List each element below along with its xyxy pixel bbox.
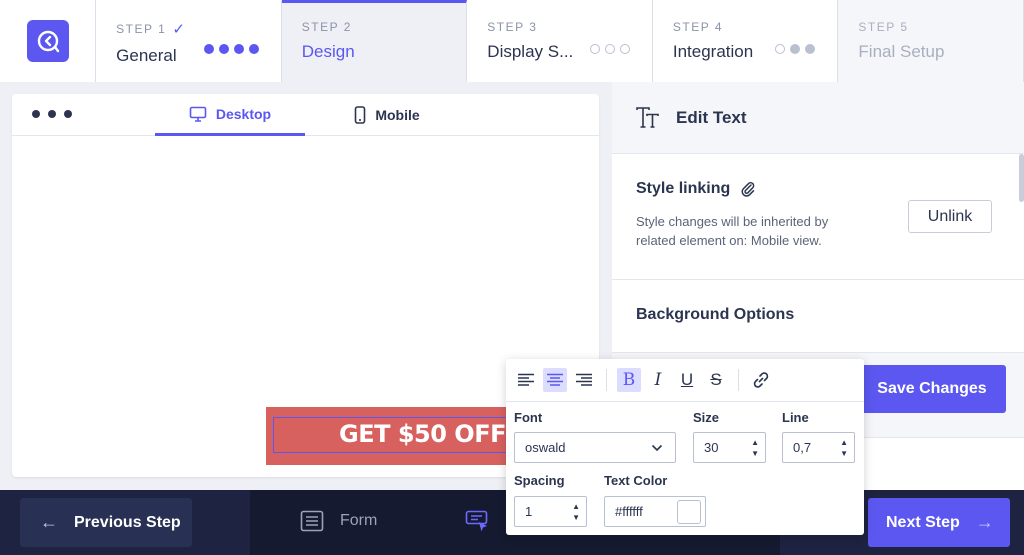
arrow-left-icon: ←: [40, 512, 58, 532]
tab-form[interactable]: Form: [300, 510, 377, 532]
tab-mobile[interactable]: Mobile: [332, 94, 442, 136]
step-name: Final Setup: [858, 42, 945, 61]
size-value: 30: [704, 440, 719, 455]
line-height-stepper[interactable]: 0,7 ▲ ▼: [782, 432, 855, 463]
step-general[interactable]: STEP 1 ✓ General: [96, 0, 282, 82]
previous-step-button[interactable]: ← Previous Step: [20, 498, 192, 547]
step-number: STEP 3: [487, 20, 538, 34]
progress-dots: [589, 44, 630, 54]
style-linking-description: Style changes will be inherited by relat…: [636, 214, 829, 248]
text-format-icon: [636, 106, 659, 128]
text-color-field[interactable]: #ffffff: [604, 496, 706, 527]
design-cursor-icon: [465, 510, 488, 532]
button-label: Previous Step: [74, 513, 181, 531]
font-select[interactable]: oswald: [514, 432, 676, 463]
style-linking-section: Style linking Style changes will be inhe…: [612, 154, 1024, 280]
arrow-right-icon: →: [975, 512, 994, 532]
size-stepper[interactable]: 30 ▲ ▼: [693, 432, 766, 463]
step-final-setup[interactable]: STEP 5 Final Setup: [838, 0, 1024, 82]
line-value: 0,7: [793, 440, 812, 455]
formatting-tools: B I U S: [506, 359, 864, 402]
spacing-label: Spacing: [514, 473, 565, 488]
paperclip-icon: [741, 181, 755, 197]
underline-icon[interactable]: U: [675, 368, 699, 392]
chevron-down-icon: [651, 444, 663, 452]
color-swatch[interactable]: [677, 500, 701, 524]
align-left-icon[interactable]: [514, 368, 538, 392]
italic-icon[interactable]: I: [646, 368, 670, 392]
size-label: Size: [693, 410, 720, 425]
window-dots-icon: [32, 110, 72, 118]
spacing-value: 1: [525, 504, 533, 519]
bold-icon[interactable]: B: [617, 368, 641, 392]
tab-label: Form: [340, 512, 378, 529]
spacing-stepper[interactable]: 1 ▲ ▼: [514, 496, 587, 527]
step-number: STEP 2: [301, 20, 352, 34]
tab-desktop[interactable]: Desktop: [155, 94, 305, 136]
button-label: Next Step: [886, 513, 960, 531]
logo-cell: [0, 0, 97, 82]
step-design[interactable]: STEP 2 Design: [281, 0, 468, 82]
stepper-arrows-icon[interactable]: ▲ ▼: [840, 437, 848, 459]
stepper-arrows-icon[interactable]: ▲ ▼: [751, 437, 759, 459]
step-integration[interactable]: STEP 4 Integration: [652, 0, 839, 82]
step-number: STEP 1: [116, 22, 167, 36]
tab-label: Mobile: [375, 107, 420, 123]
next-step-button[interactable]: Next Step →: [868, 498, 1010, 547]
panel-title: Edit Text: [676, 107, 747, 127]
text-color-value: #ffffff: [615, 504, 643, 519]
line-label: Line: [782, 410, 809, 425]
banner-headline-text[interactable]: GET $50 OFF: [273, 417, 513, 453]
step-navigation: STEP 1 ✓ General STEP 2 Design STEP 3 Di…: [0, 0, 1024, 82]
text-format-toolbar: B I U S Font oswald Size 30 ▲ ▼ Line 0,7 …: [506, 359, 864, 535]
step-name: Design: [301, 42, 355, 61]
tab-label: Desktop: [215, 105, 272, 122]
progress-dots: [203, 44, 259, 54]
background-options-heading[interactable]: Background Options: [612, 280, 1024, 340]
logo-icon: [37, 30, 59, 53]
link-icon[interactable]: [749, 368, 773, 392]
progress-dots: [775, 44, 816, 54]
app-logo[interactable]: [26, 20, 69, 62]
desktop-icon: [189, 106, 207, 122]
align-right-icon[interactable]: [572, 368, 596, 392]
tab-design[interactable]: [465, 510, 491, 539]
unlink-button[interactable]: Unlink: [908, 200, 992, 233]
step-display-settings[interactable]: STEP 3 Display S...: [467, 0, 653, 82]
stepper-arrows-icon[interactable]: ▲ ▼: [572, 501, 580, 523]
text-color-label: Text Color: [604, 473, 668, 488]
mobile-icon: [355, 106, 366, 124]
preview-header: Desktop Mobile: [12, 94, 599, 136]
strikethrough-icon[interactable]: S: [704, 368, 728, 392]
step-number: STEP 4: [672, 20, 723, 34]
save-changes-button[interactable]: Save Changes: [858, 365, 1006, 413]
font-label: Font: [514, 410, 543, 425]
align-center-icon[interactable]: [543, 368, 567, 392]
step-number: STEP 5: [858, 20, 909, 34]
form-icon: [300, 510, 324, 532]
checkmark-icon: ✓: [172, 21, 185, 38]
edit-panel-header: Edit Text: [612, 82, 1024, 154]
font-value: oswald: [525, 440, 566, 455]
section-heading: Style linking: [636, 180, 731, 197]
